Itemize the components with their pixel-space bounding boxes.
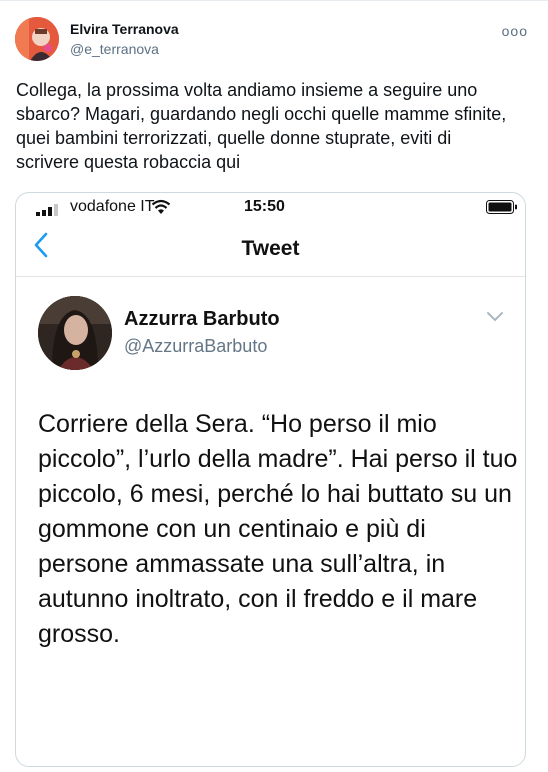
tweet-card: Elvira Terranova @e_terranova ooo Colleg… — [0, 0, 548, 772]
tweet-text: Collega, la prossima volta andiamo insie… — [16, 80, 507, 172]
status-bar: vodafone IT 15:50 — [16, 193, 525, 223]
nav-bar: Tweet — [16, 226, 525, 277]
nav-title: Tweet — [241, 237, 300, 260]
quoted-tweet-text: Corriere della Sera. “Ho perso il mio pi… — [38, 410, 518, 648]
quoted-avatar[interactable] — [38, 296, 112, 370]
wifi-icon — [151, 199, 171, 214]
quoted-author-name[interactable]: Azzurra Barbuto — [124, 308, 280, 331]
author-name[interactable]: Elvira Terranova — [70, 21, 179, 37]
author-handle[interactable]: @e_terranova — [70, 41, 159, 57]
more-icon[interactable]: ooo — [502, 23, 528, 39]
signal-icon — [36, 204, 58, 216]
status-time: 15:50 — [244, 198, 285, 215]
battery-icon — [486, 200, 517, 214]
quoted-author-handle[interactable]: @AzzurraBarbuto — [124, 336, 267, 357]
chevron-down-icon[interactable] — [486, 311, 504, 323]
carrier-label: vodafone IT — [70, 198, 155, 215]
author-avatar-image — [15, 17, 59, 61]
attached-screenshot[interactable]: vodafone IT 15:50 Tweet Azzurra Barbuto … — [15, 192, 526, 767]
author-avatar[interactable] — [15, 17, 59, 61]
quoted-avatar-image — [38, 296, 112, 370]
